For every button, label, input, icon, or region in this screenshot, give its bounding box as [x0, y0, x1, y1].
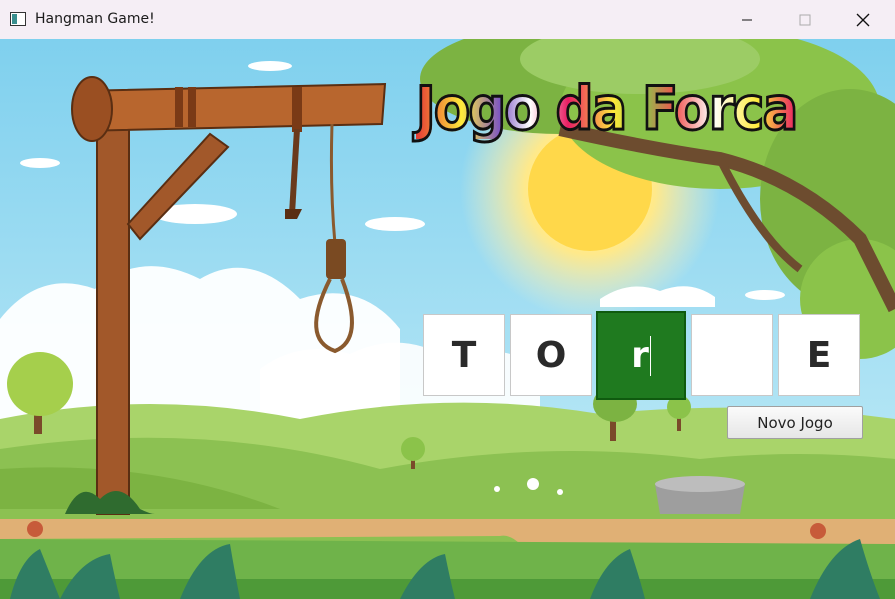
minimize-button[interactable] [724, 0, 770, 39]
app-window: Hangman Game! Jogo da Forca T O r E Novo… [0, 0, 895, 599]
letter-slot-1[interactable]: T [423, 314, 505, 396]
text-cursor [649, 335, 651, 376]
letter-slot-5[interactable]: E [778, 314, 860, 396]
letter-slot-3-value: r [631, 335, 649, 376]
letter-slot-4[interactable] [691, 314, 773, 396]
maximize-icon [799, 14, 811, 25]
close-button[interactable] [840, 0, 886, 39]
letter-slots: T O r E [423, 311, 865, 400]
letter-slot-2[interactable]: O [510, 314, 592, 396]
game-title: Jogo da Forca [415, 74, 800, 144]
new-game-button[interactable]: Novo Jogo [727, 406, 863, 439]
maximize-button[interactable] [782, 0, 828, 39]
window-title: Hangman Game! [35, 11, 155, 27]
letter-slot-3-active[interactable]: r [596, 311, 686, 400]
tree-stump [655, 476, 745, 514]
app-icon [10, 12, 26, 26]
title-bar[interactable]: Hangman Game! [0, 0, 895, 39]
game-scene: Jogo da Forca T O r E Novo Jogo [0, 39, 895, 599]
minimize-icon [742, 19, 752, 20]
close-icon [856, 13, 870, 26]
